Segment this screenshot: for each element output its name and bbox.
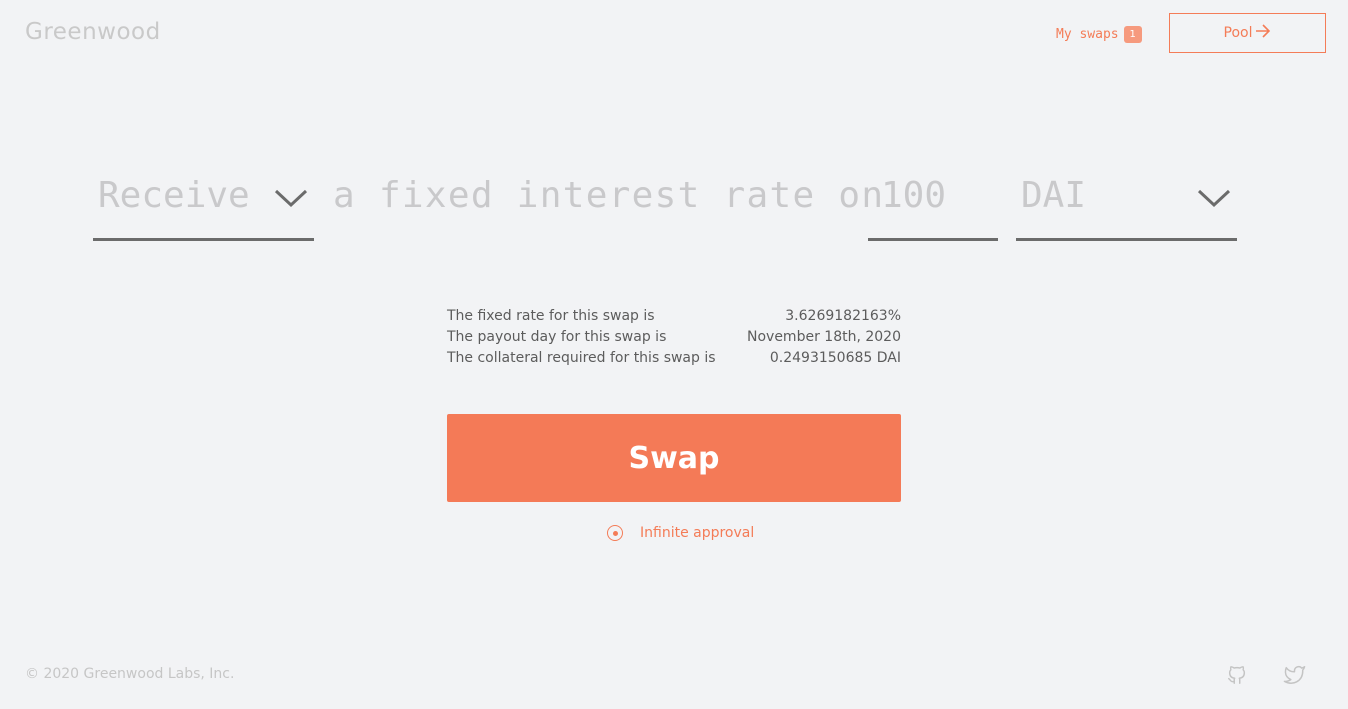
action-select[interactable]: Receive [93,170,314,241]
arrow-right-icon [1255,24,1271,42]
amount-input[interactable]: 100 [868,170,998,241]
twitter-icon[interactable] [1283,664,1306,690]
token-select[interactable]: DAI [1016,170,1237,241]
swap-details: The fixed rate for this swap is 3.626918… [447,306,901,369]
sentence-middle-text: a fixed interest rate on [333,175,885,216]
detail-row-collateral: The collateral required for this swap is… [447,348,901,369]
pool-button[interactable]: Pool [1169,13,1326,53]
detail-label: The fixed rate for this swap is [447,308,655,324]
detail-value: 3.6269182163% [785,308,901,324]
my-swaps-link[interactable]: My swaps 1 [1056,26,1142,43]
detail-value: November 18th, 2020 [747,329,901,345]
logo: Greenwood [25,19,161,45]
detail-row-payout-day: The payout day for this swap is November… [447,327,901,348]
my-swaps-count-badge: 1 [1123,26,1142,43]
token-select-value: DAI [1021,175,1087,216]
pool-button-label: Pool [1223,25,1253,41]
detail-label: The payout day for this swap is [447,329,667,345]
copyright-text: © 2020 Greenwood Labs, Inc. [25,666,235,682]
detail-label: The collateral required for this swap is [447,350,716,366]
amount-value: 100 [881,175,947,216]
chevron-down-icon [273,180,309,221]
radio-icon[interactable] [607,525,623,541]
swap-sentence: Receive a fixed interest rate on 100 DAI [0,170,1348,250]
my-swaps-label: My swaps [1056,27,1119,42]
infinite-approval-label: Infinite approval [640,525,755,541]
chevron-down-icon [1196,180,1232,221]
action-select-value: Receive [98,175,250,216]
swap-button[interactable]: Swap [447,414,901,502]
detail-row-fixed-rate: The fixed rate for this swap is 3.626918… [447,306,901,327]
infinite-approval-toggle[interactable]: Infinite approval [607,525,754,541]
github-icon[interactable] [1226,664,1248,690]
detail-value: 0.2493150685 DAI [769,350,901,366]
